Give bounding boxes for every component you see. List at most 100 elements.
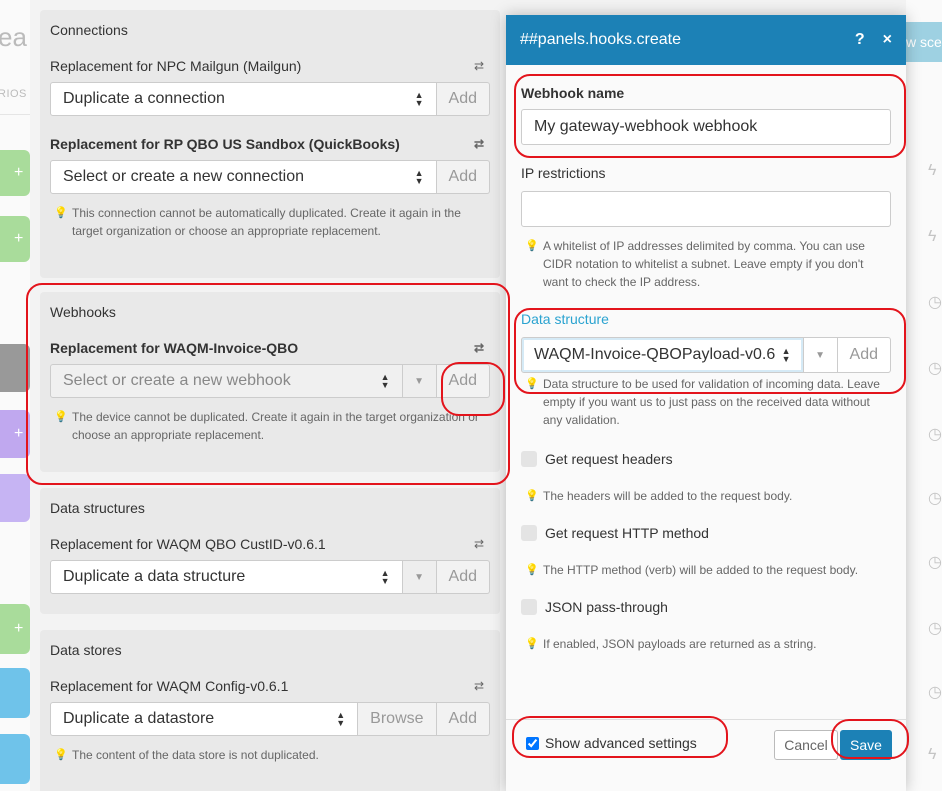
background-right-panel: w sce ϟ ϟ ◷ ◷ ◷ ◷ ◷ ◷ ◷ ϟ bbox=[906, 0, 942, 791]
clock-icon: ◷ bbox=[928, 620, 942, 637]
plus-icon: + bbox=[14, 230, 24, 247]
module-block-purple[interactable] bbox=[0, 474, 30, 522]
add-connection-button[interactable]: Add bbox=[436, 160, 490, 194]
close-icon[interactable]: × bbox=[883, 31, 892, 49]
chevron-down-icon[interactable]: ▼ bbox=[402, 560, 437, 594]
browse-data-store-button[interactable]: Browse bbox=[358, 702, 437, 736]
add-data-store-button[interactable]: Add bbox=[436, 702, 490, 736]
new-scenario-button-partial[interactable]: w sce bbox=[906, 22, 942, 62]
swap-icon: ⇄ bbox=[473, 679, 484, 693]
save-button[interactable]: Save bbox=[840, 730, 892, 760]
checkbox[interactable] bbox=[521, 451, 537, 467]
advanced-settings-checkbox[interactable] bbox=[526, 736, 539, 750]
clock-icon: ◷ bbox=[928, 426, 942, 443]
dialog-body: Webhook name My gateway-webhook webhook … bbox=[506, 65, 906, 653]
background-left-panel: ea RIOS + + + + bbox=[0, 0, 30, 791]
section-title: Webhooks bbox=[50, 304, 116, 320]
create-webhook-dialog: ##panels.hooks.create ? × Webhook name M… bbox=[506, 15, 906, 791]
add-webhook-button[interactable]: Add bbox=[436, 364, 490, 398]
webhook-name-input[interactable]: My gateway-webhook webhook bbox=[521, 109, 891, 145]
ip-restrictions-input[interactable] bbox=[521, 191, 891, 227]
data-store-select[interactable]: Duplicate a datastore ▲ ▼ bbox=[50, 702, 359, 736]
clock-icon: ◷ bbox=[928, 554, 942, 571]
add-data-structure-button[interactable]: Add bbox=[837, 337, 891, 373]
clock-icon: ◷ bbox=[928, 684, 942, 701]
lightbulb-icon: 💡 bbox=[525, 378, 539, 390]
connection-select[interactable]: Select or create a new connection ▲ ▼ bbox=[50, 160, 437, 194]
swap-icon: ⇄ bbox=[473, 137, 484, 151]
get-request-http-method-checkbox[interactable]: Get request HTTP method bbox=[521, 525, 891, 541]
help-icon[interactable]: ? bbox=[855, 31, 865, 49]
updown-icon: ▲ ▼ bbox=[781, 346, 791, 364]
data-structure-control: WAQM-Invoice-QBOPayload-v0.6 ▲ ▼ ▼ Add bbox=[521, 337, 891, 373]
chevron-down-icon[interactable]: ▼ bbox=[402, 364, 437, 398]
lightbulb-icon: 💡 bbox=[54, 207, 68, 219]
hint: 💡 Data structure to be used for validati… bbox=[521, 375, 891, 429]
replacement-label: Replacement for RP QBO US Sandbox (Quick… bbox=[50, 136, 484, 152]
checkbox[interactable] bbox=[521, 525, 537, 541]
section-title: Data structures bbox=[50, 500, 145, 516]
data-store-control: Duplicate a datastore ▲ ▼ Browse Add bbox=[50, 702, 490, 736]
module-block-blue[interactable] bbox=[0, 734, 30, 784]
divider bbox=[0, 114, 30, 115]
scenario-subtitle-partial: RIOS bbox=[0, 88, 27, 100]
updown-icon: ▲ ▼ bbox=[380, 372, 390, 390]
show-advanced-settings-toggle[interactable]: Show advanced settings bbox=[526, 735, 697, 751]
updown-icon: ▲ ▼ bbox=[380, 568, 390, 586]
connections-section: Connections Replacement for NPC Mailgun … bbox=[40, 10, 500, 278]
get-request-headers-checkbox[interactable]: Get request headers bbox=[521, 451, 891, 467]
checkbox[interactable] bbox=[521, 599, 537, 615]
dialog-footer: Show advanced settings Cancel Save bbox=[506, 719, 906, 791]
section-title: Connections bbox=[50, 22, 128, 38]
data-structure-label: Data structure bbox=[521, 311, 609, 327]
bolt-icon: ϟ bbox=[928, 228, 937, 245]
data-structures-section: Data structures Replacement for WAQM QBO… bbox=[40, 488, 500, 614]
scenario-title-partial: ea bbox=[0, 22, 27, 52]
lightbulb-icon: 💡 bbox=[525, 490, 539, 502]
hint: 💡 The content of the data store is not d… bbox=[50, 746, 490, 764]
plus-icon: + bbox=[14, 620, 24, 637]
hint: 💡 A whitelist of IP addresses delimited … bbox=[521, 237, 891, 291]
replacement-label: Replacement for WAQM-Invoice-QBO ⇄ bbox=[50, 340, 484, 356]
connection-select[interactable]: Duplicate a connection ▲ ▼ bbox=[50, 82, 437, 116]
module-block-gray[interactable] bbox=[0, 344, 30, 392]
replacement-list: Connections Replacement for NPC Mailgun … bbox=[30, 0, 506, 791]
swap-icon: ⇄ bbox=[473, 59, 484, 73]
module-block-purple[interactable]: + bbox=[0, 410, 30, 458]
add-data-structure-button[interactable]: Add bbox=[436, 560, 490, 594]
clock-icon: ◷ bbox=[928, 490, 942, 507]
module-block-green[interactable]: + bbox=[0, 150, 30, 196]
lightbulb-icon: 💡 bbox=[54, 749, 68, 761]
connection-control: Select or create a new connection ▲ ▼ Add bbox=[50, 160, 490, 194]
data-stores-section: Data stores Replacement for WAQM Config-… bbox=[40, 630, 500, 791]
clock-icon: ◷ bbox=[928, 294, 942, 311]
data-structure-select[interactable]: WAQM-Invoice-QBOPayload-v0.6 ▲ ▼ bbox=[521, 337, 804, 373]
swap-icon: ⇄ bbox=[473, 341, 484, 355]
connection-control: Duplicate a connection ▲ ▼ Add bbox=[50, 82, 490, 116]
webhooks-section: Webhooks Replacement for WAQM-Invoice-QB… bbox=[40, 292, 500, 472]
webhook-control: Select or create a new webhook ▲ ▼ ▼ Add bbox=[50, 364, 490, 398]
updown-icon: ▲ ▼ bbox=[414, 168, 424, 186]
replacement-label: Replacement for NPC Mailgun (Mailgun) ⇄ bbox=[50, 58, 484, 74]
module-block-green[interactable]: + bbox=[0, 216, 30, 262]
hint: 💡 The device cannot be duplicated. Creat… bbox=[50, 408, 490, 444]
data-structure-select[interactable]: Duplicate a data structure ▲ ▼ bbox=[50, 560, 403, 594]
webhook-select[interactable]: Select or create a new webhook ▲ ▼ bbox=[50, 364, 403, 398]
bolt-icon: ϟ bbox=[928, 162, 937, 179]
add-connection-button[interactable]: Add bbox=[436, 82, 490, 116]
plus-icon: + bbox=[14, 164, 24, 181]
replacement-label: Replacement for WAQM Config-v0.6.1 ⇄ bbox=[50, 678, 484, 694]
bolt-icon: ϟ bbox=[928, 746, 937, 763]
json-pass-through-checkbox[interactable]: JSON pass-through bbox=[521, 599, 891, 615]
lightbulb-icon: 💡 bbox=[525, 240, 539, 252]
updown-icon: ▲ ▼ bbox=[414, 90, 424, 108]
hint: 💡 This connection cannot be automaticall… bbox=[50, 204, 490, 240]
clock-icon: ◷ bbox=[928, 360, 942, 377]
chevron-down-icon[interactable]: ▼ bbox=[803, 337, 838, 373]
dialog-header: ##panels.hooks.create ? × bbox=[506, 15, 906, 65]
module-block-green[interactable]: + bbox=[0, 604, 30, 654]
lightbulb-icon: 💡 bbox=[525, 638, 539, 650]
data-structure-control: Duplicate a data structure ▲ ▼ ▼ Add bbox=[50, 560, 490, 594]
module-block-blue[interactable] bbox=[0, 668, 30, 718]
cancel-button[interactable]: Cancel bbox=[774, 730, 838, 760]
